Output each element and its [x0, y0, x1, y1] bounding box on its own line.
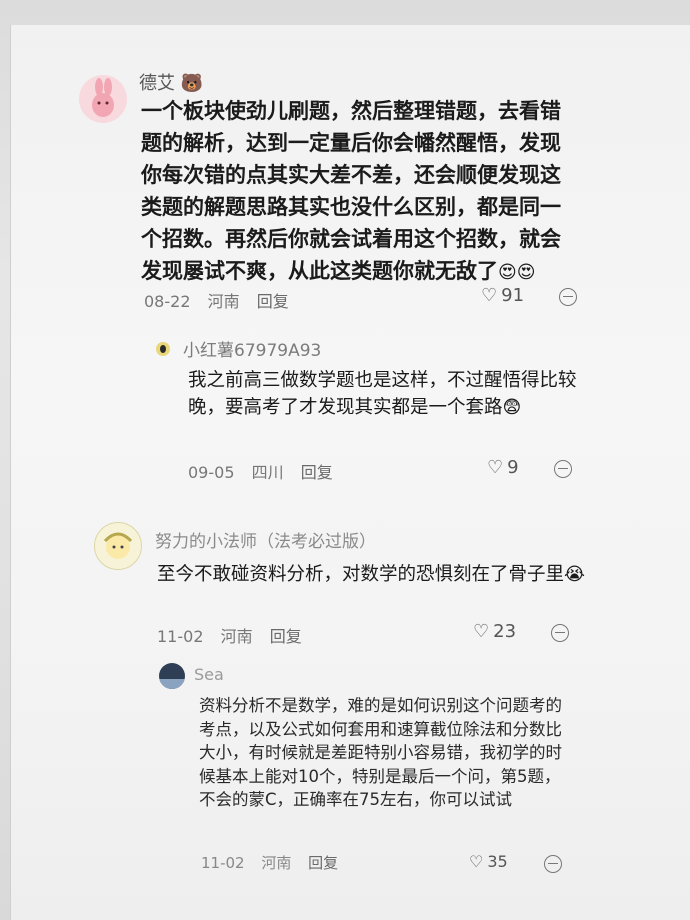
like-count: 23 [493, 621, 517, 642]
avatar[interactable] [159, 663, 185, 689]
bunny-avatar-icon [92, 78, 114, 117]
avatar[interactable] [156, 342, 170, 356]
comment-author[interactable]: 小红薯67979A93 [183, 336, 321, 361]
reply-button[interactable]: 回复 [308, 854, 338, 872]
comment-text: 至今不敢碰资料分析，对数学的恐惧刻在了骨子里😭 [157, 561, 587, 588]
avatar[interactable] [94, 522, 142, 570]
comment-meta: 08-22 河南 回复 [144, 288, 301, 312]
comment-text: 一个板块使劲儿刷题，然后整理错题，去看错题的解析，达到一定量后你会幡然醒悟，发现… [141, 95, 581, 289]
comment-author[interactable]: Sea [194, 665, 224, 684]
reply-button[interactable]: 回复 [257, 292, 289, 311]
comment-date: 11-02 [157, 627, 204, 646]
heart-icon: ♡ [473, 621, 490, 642]
avatar[interactable] [79, 75, 127, 123]
reply-button[interactable]: 回复 [270, 627, 302, 646]
more-icon[interactable] [544, 855, 562, 873]
comment-location: 河南 [220, 627, 253, 646]
like-button[interactable]: ♡ 9 [487, 457, 519, 478]
comment-date: 11-02 [201, 854, 245, 872]
more-icon[interactable] [551, 624, 569, 642]
comment-location: 四川 [251, 463, 284, 482]
heart-icon: ♡ [487, 457, 504, 478]
comment-list: 德艾 🐻 一个板块使劲儿刷题，然后整理错题，去看错题的解析，达到一定量后你会幡然… [10, 25, 690, 920]
comment-text: 我之前高三做数学题也是这样，不过醒悟得比较晚，要高考了才发现其实都是一个套路😨 [188, 367, 588, 421]
like-button[interactable]: ♡ 91 [481, 285, 524, 306]
comment-meta: 09-05 四川 回复 [188, 459, 345, 483]
like-count: 35 [487, 852, 508, 871]
reply-button[interactable]: 回复 [301, 463, 333, 482]
comment-meta: 11-02 河南 回复 [201, 852, 350, 873]
heart-icon: ♡ [469, 852, 484, 871]
like-count: 91 [501, 285, 525, 306]
character-avatar-icon [103, 532, 133, 559]
comment-location: 河南 [261, 854, 292, 872]
badge-icon [160, 345, 166, 353]
emoji-icon: 😭 [564, 564, 586, 585]
more-icon[interactable] [559, 288, 577, 306]
like-button[interactable]: ♡ 23 [473, 621, 516, 642]
comment-date: 09-05 [188, 463, 235, 482]
comment-meta: 11-02 河南 回复 [157, 623, 314, 647]
bear-face-icon: 🐻 [180, 73, 204, 94]
more-icon[interactable] [554, 460, 572, 478]
comment-text: 资料分析不是数学，难的是如何识别这个问题考的考点，以及公式如何套用和速算截位除法… [199, 696, 562, 809]
comment-date: 08-22 [144, 292, 191, 311]
like-button[interactable]: ♡ 35 [469, 852, 508, 871]
comment-author[interactable]: 努力的小法师（法考必过版） [155, 527, 376, 552]
comment-author[interactable]: 德艾 🐻 [139, 69, 203, 95]
like-count: 9 [507, 457, 519, 478]
sea-wave-icon [159, 679, 185, 689]
heart-icon: ♡ [481, 285, 498, 306]
emoji-icon: 😨 [502, 397, 522, 418]
comment-location: 河南 [207, 292, 240, 311]
